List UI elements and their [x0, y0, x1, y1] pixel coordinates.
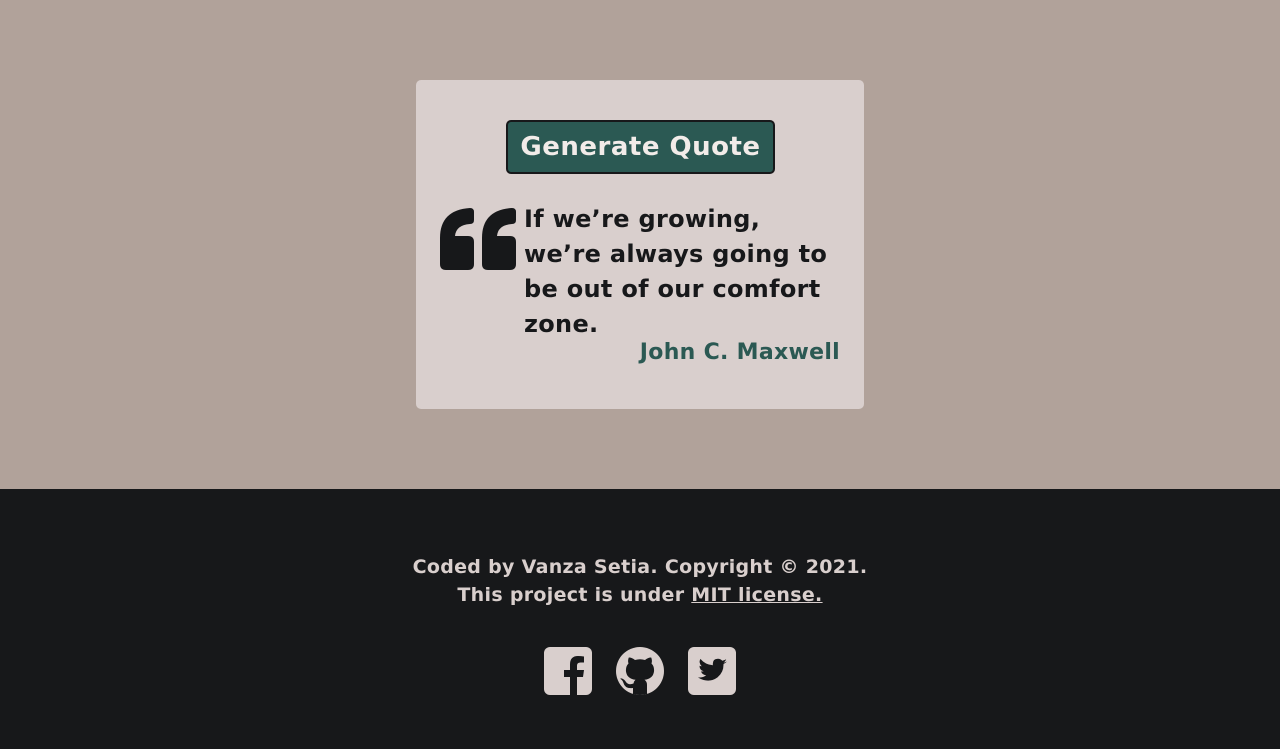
quote-card: Generate Quote If we’re growing, we’re a… [416, 80, 864, 409]
github-link[interactable] [616, 647, 664, 695]
footer-text: Coded by Vanza Setia. Copyright © 2021. … [0, 553, 1280, 609]
facebook-icon [544, 647, 592, 695]
twitter-icon [688, 647, 736, 695]
quote-author: John C. Maxwell [639, 340, 840, 365]
generate-quote-button[interactable]: Generate Quote [506, 120, 775, 174]
main-section: Generate Quote If we’re growing, we’re a… [0, 0, 1280, 489]
facebook-link[interactable] [544, 647, 592, 695]
copyright-text: Coded by Vanza Setia. Copyright © 2021. [412, 556, 868, 578]
quote-text: If we’re growing, we’re always going to … [524, 205, 828, 338]
github-icon [616, 647, 664, 695]
mit-license-link[interactable]: MIT license. [691, 584, 822, 606]
quote-left-icon [440, 208, 516, 272]
license-prefix: This project is under [457, 584, 692, 606]
footer: Coded by Vanza Setia. Copyright © 2021. … [0, 489, 1280, 749]
social-links [544, 647, 736, 695]
twitter-link[interactable] [688, 647, 736, 695]
